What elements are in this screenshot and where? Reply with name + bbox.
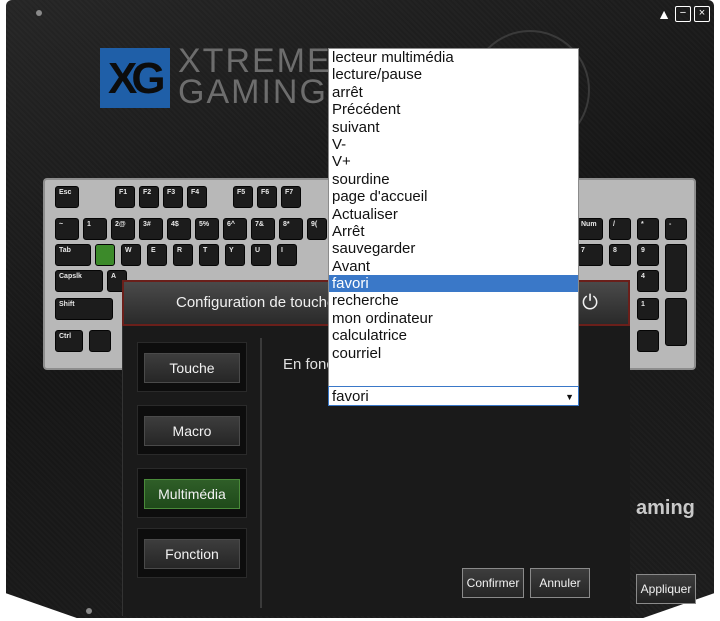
fonction-label: Fonction bbox=[144, 539, 240, 569]
dropdown-option[interactable]: mon ordinateur bbox=[329, 310, 578, 327]
key[interactable]: Y bbox=[225, 244, 245, 266]
dropdown-option[interactable]: lecture/pause bbox=[329, 66, 578, 83]
logo-text: XTREME GAMING bbox=[178, 44, 332, 111]
dropdown-option[interactable]: page d'accueil bbox=[329, 188, 578, 205]
multimedia-select[interactable]: favori ▼ bbox=[328, 386, 579, 406]
key[interactable] bbox=[665, 298, 687, 346]
dropdown-option[interactable]: sourdine bbox=[329, 171, 578, 188]
key[interactable] bbox=[665, 244, 687, 292]
key[interactable]: Tab bbox=[55, 244, 91, 266]
window-controls: ▲ − × bbox=[656, 6, 710, 22]
key[interactable]: F4 bbox=[187, 186, 207, 208]
key[interactable]: 4$ bbox=[167, 218, 191, 240]
key[interactable]: T bbox=[199, 244, 219, 266]
brand-text: aming bbox=[636, 497, 695, 519]
key[interactable]: 5% bbox=[195, 218, 219, 240]
key[interactable]: 9 bbox=[637, 244, 659, 266]
key[interactable]: E bbox=[147, 244, 167, 266]
dropdown-option[interactable]: recherche bbox=[329, 292, 578, 309]
key[interactable]: Capslk bbox=[55, 270, 103, 292]
chevron-down-icon[interactable]: ▼ bbox=[565, 389, 574, 405]
dropdown-option[interactable]: Précédent bbox=[329, 101, 578, 118]
divider bbox=[260, 338, 262, 608]
dropdown-option[interactable]: arrêt bbox=[329, 84, 578, 101]
logo-mark-text: XG bbox=[108, 54, 166, 103]
touche-button[interactable]: Touche bbox=[137, 342, 247, 392]
key[interactable]: F2 bbox=[139, 186, 159, 208]
key[interactable]: 9( bbox=[307, 218, 327, 240]
key[interactable]: / bbox=[609, 218, 631, 240]
dropdown-option[interactable]: Avant bbox=[329, 258, 578, 275]
key[interactable]: 6^ bbox=[223, 218, 247, 240]
dropdown-option[interactable]: Arrêt bbox=[329, 223, 578, 240]
select-value: favori bbox=[332, 388, 369, 405]
key[interactable]: 7& bbox=[251, 218, 275, 240]
logo-mark: XG bbox=[100, 48, 170, 108]
key[interactable]: W bbox=[121, 244, 141, 266]
key[interactable]: 7 bbox=[577, 244, 603, 266]
key[interactable]: F3 bbox=[163, 186, 183, 208]
key[interactable]: F7 bbox=[281, 186, 301, 208]
key[interactable]: 1 bbox=[637, 298, 659, 320]
touche-label: Touche bbox=[144, 353, 240, 383]
key[interactable] bbox=[89, 330, 111, 352]
key[interactable]: 1 bbox=[83, 218, 107, 240]
multimedia-button[interactable]: Multimédia bbox=[137, 468, 247, 518]
close-button[interactable]: × bbox=[694, 6, 710, 22]
key[interactable]: Ctrl bbox=[55, 330, 83, 352]
dropdown-option[interactable]: lecteur multimédia bbox=[329, 49, 578, 66]
key[interactable]: - bbox=[665, 218, 687, 240]
dropdown-option[interactable]: V+ bbox=[329, 153, 578, 170]
dropdown-option[interactable]: sauvegarder bbox=[329, 240, 578, 257]
minimize-button[interactable]: − bbox=[675, 6, 691, 22]
key[interactable]: Num bbox=[577, 218, 603, 240]
key[interactable]: ~ bbox=[55, 218, 79, 240]
key-highlighted[interactable] bbox=[95, 244, 115, 266]
corner-dot bbox=[36, 10, 42, 16]
key[interactable]: Esc bbox=[55, 186, 79, 208]
eject-icon[interactable]: ▲ bbox=[656, 6, 672, 22]
macro-label: Macro bbox=[144, 416, 240, 446]
key[interactable]: 8 bbox=[609, 244, 631, 266]
dropdown-option[interactable]: Actualiser bbox=[329, 206, 578, 223]
key[interactable]: U bbox=[251, 244, 271, 266]
logo-line-2: GAMING bbox=[178, 73, 328, 111]
key[interactable] bbox=[637, 330, 659, 352]
cancel-button[interactable]: Annuler bbox=[530, 568, 590, 598]
key[interactable]: 4 bbox=[637, 270, 659, 292]
corner-dot bbox=[86, 608, 92, 614]
dropdown-option[interactable]: calculatrice bbox=[329, 327, 578, 344]
dropdown-option[interactable]: V- bbox=[329, 136, 578, 153]
key[interactable]: R bbox=[173, 244, 193, 266]
dropdown-option-selected[interactable]: favori bbox=[329, 275, 578, 293]
key[interactable]: F1 bbox=[115, 186, 135, 208]
dropdown-option[interactable]: suivant bbox=[329, 119, 578, 136]
dropdown-option[interactable]: courriel bbox=[329, 345, 578, 362]
key[interactable]: * bbox=[637, 218, 659, 240]
key[interactable]: Shift bbox=[55, 298, 113, 320]
multimedia-dropdown-list[interactable]: lecteur multimédia lecture/pause arrêt P… bbox=[328, 48, 579, 387]
key[interactable]: 3# bbox=[139, 218, 163, 240]
key[interactable]: 2@ bbox=[111, 218, 135, 240]
key[interactable]: 8* bbox=[279, 218, 303, 240]
key[interactable]: F6 bbox=[257, 186, 277, 208]
dialog-title: Configuration de touche bbox=[176, 294, 336, 311]
key[interactable]: F5 bbox=[233, 186, 253, 208]
apply-button[interactable]: Appliquer bbox=[636, 574, 696, 604]
macro-button[interactable]: Macro bbox=[137, 405, 247, 455]
power-icon: ⏻ bbox=[582, 292, 598, 314]
key[interactable]: I bbox=[277, 244, 297, 266]
fonction-button[interactable]: Fonction bbox=[137, 528, 247, 578]
confirm-button[interactable]: Confirmer bbox=[462, 568, 524, 598]
multimedia-label: Multimédia bbox=[144, 479, 240, 509]
